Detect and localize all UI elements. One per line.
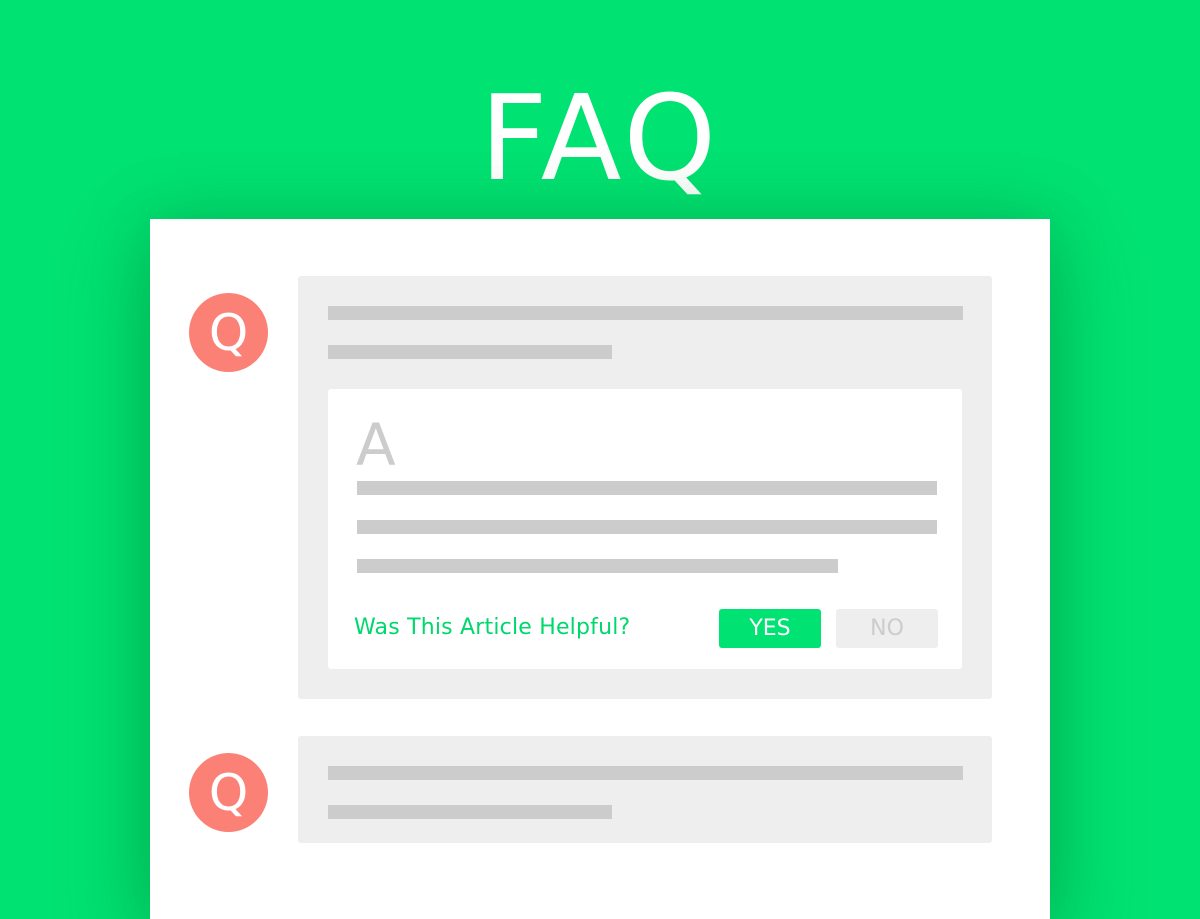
question-text-line xyxy=(328,306,963,320)
faq-answer-panel: A Was This Article Helpful? YES NO xyxy=(328,389,962,669)
question-text-line xyxy=(328,805,612,819)
question-text-line xyxy=(328,345,612,359)
answer-text-line xyxy=(357,559,838,573)
answer-text-line xyxy=(357,520,937,534)
faq-question-collapsed[interactable] xyxy=(298,736,992,843)
faq-question-expanded[interactable]: A Was This Article Helpful? YES NO xyxy=(298,276,992,699)
yes-button[interactable]: YES xyxy=(719,609,821,648)
answer-text-line xyxy=(357,481,937,495)
answer-badge: A xyxy=(356,411,396,479)
faq-card: Q A Was This Article Helpful? YES NO Q xyxy=(150,219,1050,919)
question-badge-icon: Q xyxy=(189,753,268,832)
helpful-prompt: Was This Article Helpful? xyxy=(354,615,631,640)
page-title: FAQ xyxy=(479,69,721,207)
question-text-line xyxy=(328,766,963,780)
no-button[interactable]: NO xyxy=(836,609,938,648)
question-badge-icon: Q xyxy=(189,293,268,372)
